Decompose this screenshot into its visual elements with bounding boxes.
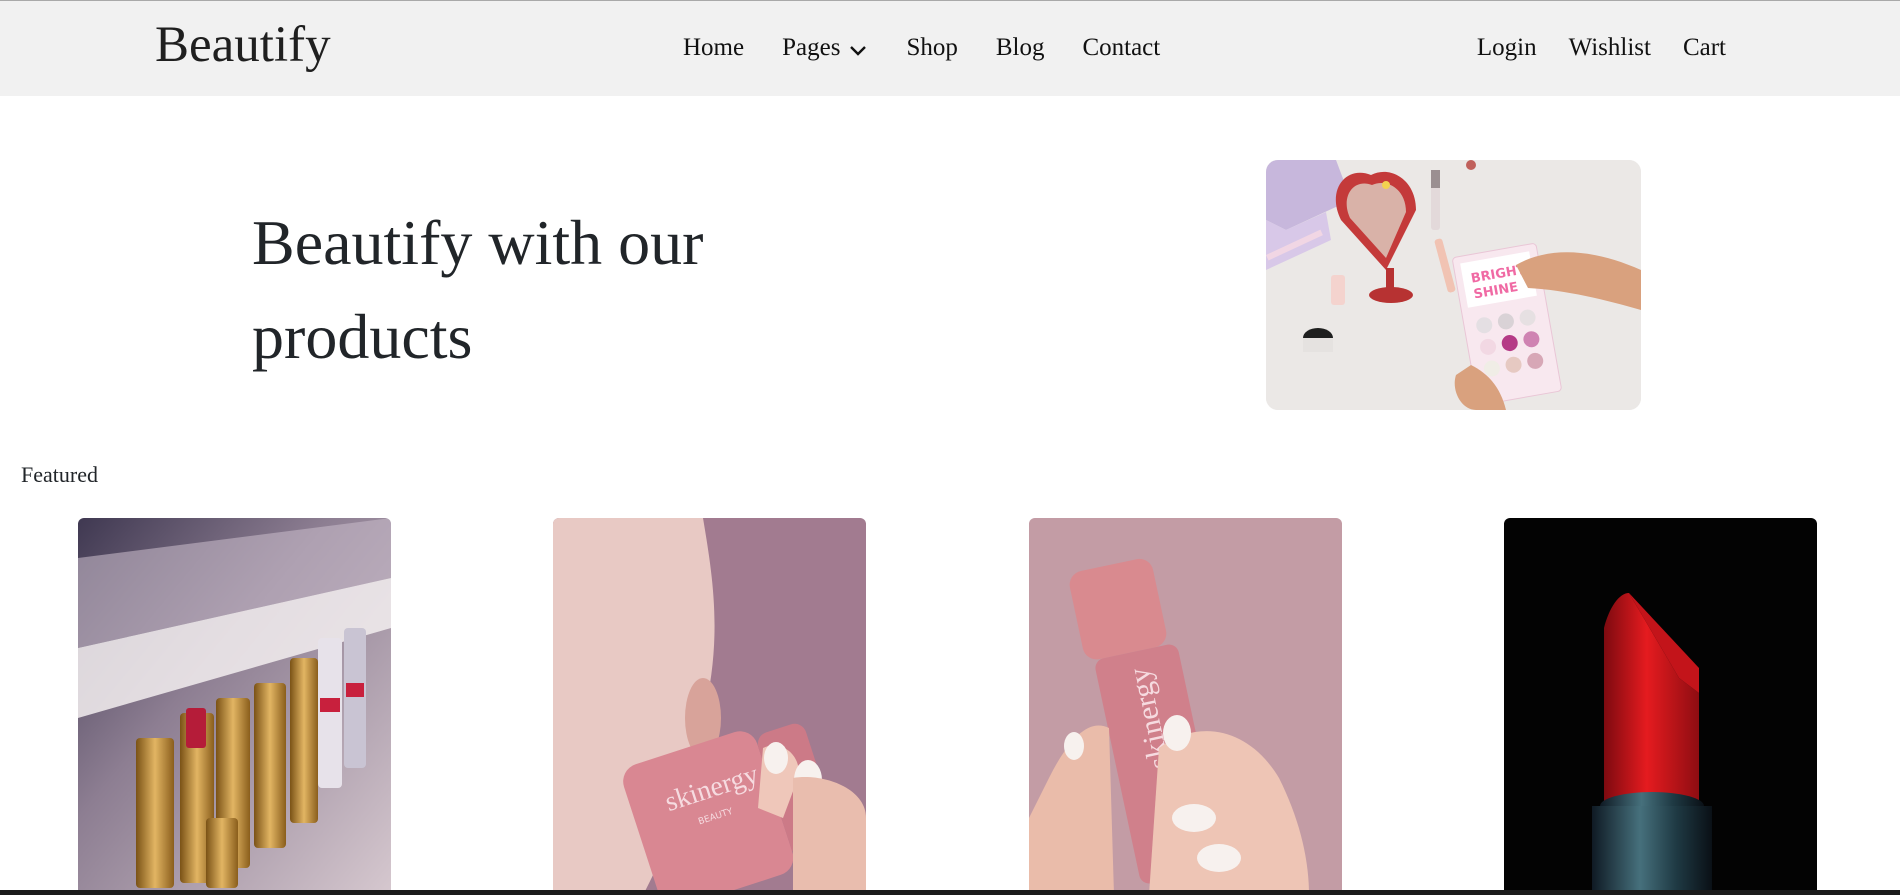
brand-logo[interactable]: Beautify <box>155 15 331 76</box>
product-card[interactable]: skinergy BEAUTY <box>553 518 866 895</box>
bottom-edge <box>0 890 1900 895</box>
navbar: Beautify Home Pages Shop Blog Contact Lo… <box>0 1 1900 96</box>
hero-image: BRIGHT SHINE <box>1266 160 1641 410</box>
product-image <box>1504 518 1817 895</box>
featured-heading: Featured <box>21 462 98 487</box>
wishlist-link[interactable]: Wishlist <box>1569 33 1651 63</box>
login-link[interactable]: Login <box>1477 33 1537 63</box>
product-card[interactable]: skinergy <box>1029 518 1342 895</box>
product-image <box>78 518 391 895</box>
nav-shop-link[interactable]: Shop <box>906 33 957 63</box>
nav-pages-label: Pages <box>782 34 841 61</box>
chevron-down-icon <box>848 40 868 60</box>
main-nav: Home Pages Shop Blog Contact <box>683 33 1160 63</box>
product-image: skinergy BEAUTY <box>553 518 866 895</box>
nav-home-link[interactable]: Home <box>683 33 744 63</box>
hero-title: Beautify with our products <box>252 207 704 372</box>
nav-blog-link[interactable]: Blog <box>996 33 1045 63</box>
nav-contact-link[interactable]: Contact <box>1082 33 1160 63</box>
account-nav: Login Wishlist Cart <box>1477 33 1726 63</box>
product-card[interactable] <box>1504 518 1817 895</box>
product-image: skinergy <box>1029 518 1342 895</box>
nav-pages-dropdown[interactable]: Pages <box>782 33 868 63</box>
product-card[interactable] <box>78 518 391 895</box>
cart-link[interactable]: Cart <box>1683 33 1726 63</box>
